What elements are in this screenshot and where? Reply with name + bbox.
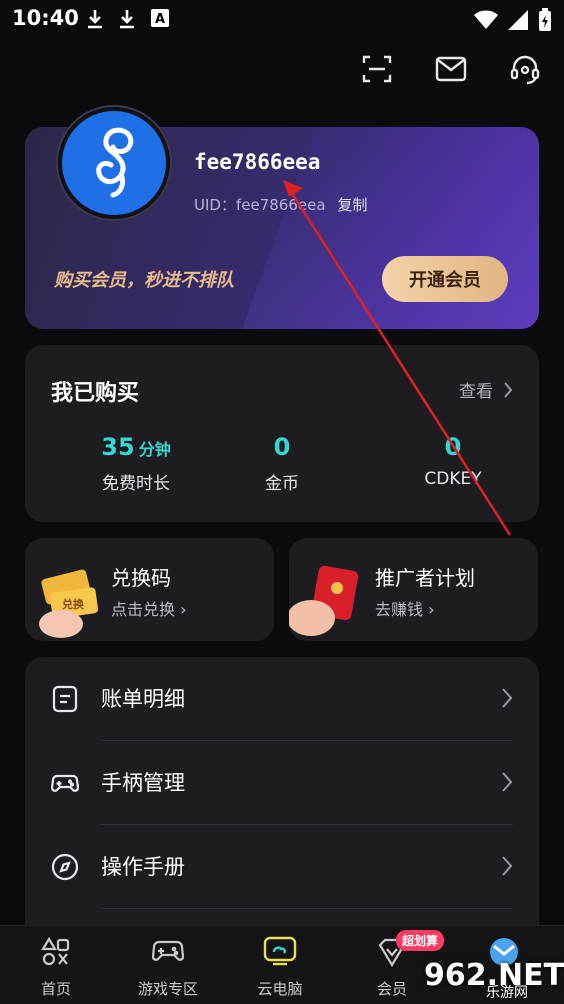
- card-subtitle: 点击兑换 ›: [111, 600, 187, 619]
- menu-label: 操作手册: [101, 855, 185, 879]
- red-envelope-icon: [289, 565, 359, 636]
- headset-icon: [510, 55, 540, 85]
- stat-label: 免费时长: [102, 474, 170, 494]
- copy-uid-button[interactable]: 复制: [338, 194, 368, 215]
- signal-icon: [508, 10, 528, 30]
- card-subtitle: 去赚钱 ›: [375, 600, 435, 619]
- uid-text: UID：fee7866eea: [194, 196, 326, 214]
- notification-icons: A: [86, 8, 170, 30]
- avatar[interactable]: [58, 107, 170, 219]
- gamepad-icon: [151, 940, 185, 961]
- watermark-sub: 乐游网: [486, 985, 528, 1001]
- stat-value: 0: [444, 433, 462, 461]
- tab-game-zone[interactable]: 游戏专区: [112, 926, 224, 1004]
- view-purchased-button[interactable]: 查看: [459, 377, 513, 402]
- stat-value: 35: [101, 433, 135, 461]
- stat-free-time[interactable]: 35 分钟 免费时长: [61, 433, 211, 494]
- menu-item-user-manual[interactable]: 操作手册: [25, 825, 539, 909]
- menu-divider: [101, 908, 513, 909]
- promoter-plan-card[interactable]: 推广者计划 去赚钱 ›: [289, 538, 538, 641]
- redeem-code-card[interactable]: 兑换 兑换码 点击兑换 ›: [25, 538, 274, 641]
- purchased-title: 我已购买: [51, 381, 140, 406]
- chevron-right-icon: [504, 381, 513, 398]
- stat-label: 金币: [265, 474, 299, 494]
- open-vip-button[interactable]: 开通会员: [382, 256, 508, 302]
- stat-unit: 分钟: [138, 440, 171, 459]
- stat-label: CDKEY: [424, 469, 482, 489]
- scan-button[interactable]: [360, 52, 394, 86]
- promo-badge: 超划算: [396, 930, 445, 951]
- tab-home[interactable]: 首页: [0, 926, 112, 1004]
- status-bar: 10:40 A: [0, 0, 564, 40]
- tab-label: 首页: [40, 980, 71, 998]
- home-icon: [41, 937, 70, 966]
- mail-icon: [435, 56, 467, 82]
- menu-label: 手柄管理: [101, 771, 185, 795]
- top-actions: [360, 52, 542, 86]
- vip-promo-text: 购买会员，秒进不排队: [54, 270, 234, 291]
- uid-row: UID：fee7866eea 复制: [194, 194, 368, 215]
- download-icon: [88, 10, 102, 29]
- wifi-icon: [474, 10, 498, 29]
- customer-service-button[interactable]: [508, 52, 542, 86]
- stat-cdkey[interactable]: 0 CDKEY: [378, 433, 528, 489]
- battery-icon: [539, 8, 551, 31]
- bill-icon: [52, 685, 78, 713]
- chevron-right-icon: [502, 688, 513, 708]
- scan-icon: [362, 55, 392, 83]
- mail-button[interactable]: [434, 52, 468, 86]
- system-icons: [474, 8, 552, 32]
- tab-label: 云电脑: [257, 980, 303, 998]
- view-label: 查看: [459, 382, 493, 402]
- tab-cloud-pc[interactable]: 云电脑: [224, 926, 336, 1004]
- settings-menu: 账单明细 手柄管理 操作手册: [25, 657, 539, 957]
- svg-text:A: A: [155, 12, 165, 27]
- menu-item-gamepad-management[interactable]: 手柄管理: [25, 741, 539, 825]
- gamepad-icon: [51, 774, 79, 792]
- cloud-pc-icon: [263, 936, 297, 966]
- seahorse-logo-icon: [96, 127, 134, 198]
- chevron-right-icon: [502, 856, 513, 876]
- compass-icon: [51, 853, 79, 881]
- username: fee7866eea: [194, 150, 321, 174]
- download-icon: [120, 10, 134, 29]
- svg-text:兑换: 兑换: [62, 597, 85, 611]
- card-title: 推广者计划: [375, 566, 475, 590]
- menu-item-bill-details[interactable]: 账单明细: [25, 657, 539, 741]
- chevron-right-icon: [502, 772, 513, 792]
- card-title: 兑换码: [111, 566, 171, 590]
- stat-coins[interactable]: 0 金币: [207, 433, 357, 494]
- ticket-icon: 兑换: [39, 569, 99, 638]
- menu-label: 账单明细: [101, 687, 185, 711]
- font-app-icon: A: [151, 9, 169, 27]
- stat-value: 0: [273, 433, 291, 461]
- purchased-section: 我已购买 查看 35 分钟 免费时长 0 金币 0 CDKEY: [25, 345, 539, 522]
- status-time: 10:40: [12, 6, 79, 30]
- tab-label: 游戏专区: [137, 980, 198, 998]
